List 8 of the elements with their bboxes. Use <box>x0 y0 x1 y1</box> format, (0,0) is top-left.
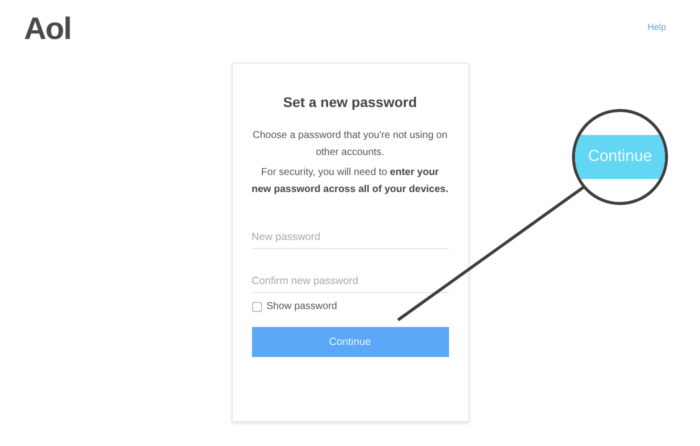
checkbox-label[interactable]: Show password <box>266 301 338 312</box>
dialog-title: Set a new password <box>282 94 418 110</box>
help-link[interactable]: Help <box>647 22 666 32</box>
checkbox[interactable] <box>252 302 262 312</box>
logo: Aol <box>24 12 71 46</box>
instruction-text: Choose a password that you're not using on other accounts. <box>252 129 448 160</box>
instruction-text: For security, you will need to enter your new password across all of your devices. <box>252 166 448 197</box>
continue-button[interactable]: Continue <box>252 327 448 357</box>
